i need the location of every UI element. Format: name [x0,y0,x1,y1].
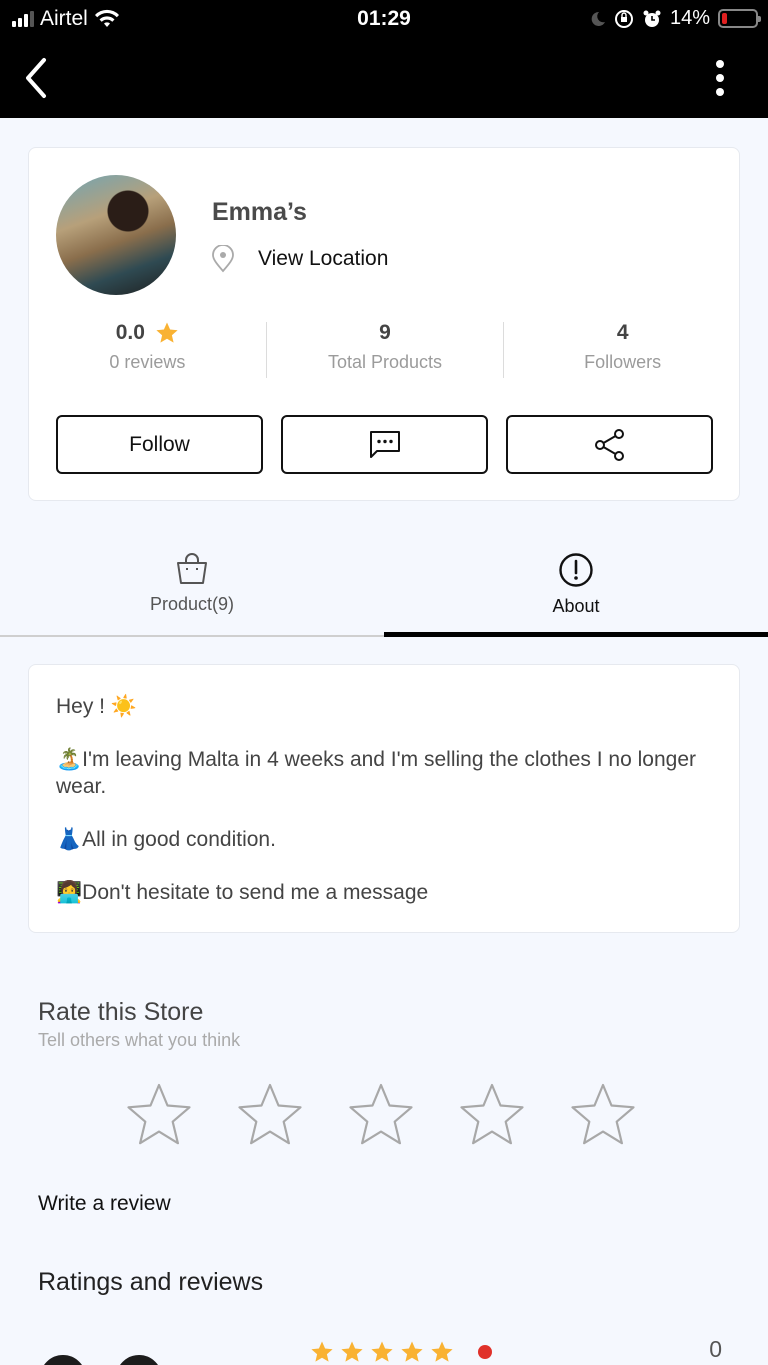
distribution-indicator-dot [478,1345,492,1359]
shopping-bag-icon [177,553,207,584]
stat-rating[interactable]: 0.0 0 reviews [29,318,266,378]
about-paragraph: 👩‍💻Don't hesitate to send me a message [56,881,429,904]
share-icon [594,428,624,461]
top-nav-bar [0,40,768,118]
follow-button[interactable]: Follow [56,415,263,474]
info-circle-icon [559,553,593,587]
products-value: 9 [379,321,391,344]
profile-actions: Follow [56,415,713,474]
store-stats: 0.0 0 reviews 9 Total Products 4 Followe… [29,318,741,378]
location-pin-icon [212,245,234,273]
followers-value: 4 [616,321,629,344]
about-paragraph: 🏝️I'm leaving Malta in 4 weeks and I'm s… [56,748,696,798]
moon-icon [591,11,605,26]
star-filled-icon [311,1341,333,1362]
about-card: Hey ! ☀️ 🏝️I'm leaving Malta in 4 weeks … [28,664,740,933]
rate-store-title: Rate this Store [38,998,204,1026]
star-outline-icon[interactable] [459,1082,525,1148]
store-profile-card: Emma’s View Location 0.0 0 reviews 9 Tot… [28,147,740,501]
about-paragraph: 👗All in good condition. [56,828,276,851]
ratings-reviews-title: Ratings and reviews [38,1268,264,1296]
star-outline-icon[interactable] [570,1082,636,1148]
share-button[interactable] [506,415,713,474]
star-icon [156,322,178,343]
digit-glyph [116,1355,162,1365]
about-paragraph: Hey ! ☀️ [56,695,137,718]
followers-label: Followers [584,352,662,372]
store-name: Emma’s [212,198,307,226]
view-location-label: View Location [258,247,389,270]
star-outline-icon[interactable] [348,1082,414,1148]
star-outline-icon[interactable] [237,1082,303,1148]
stat-products[interactable]: 9 Total Products [267,318,504,378]
tab-products-label: Product(9) [149,594,235,614]
rating-value: 0.0 [115,321,145,344]
back-button[interactable] [18,56,58,100]
products-label: Total Products [327,352,443,372]
star-filled-icon [371,1341,393,1362]
battery-icon [718,9,761,28]
rate-store-subtitle: Tell others what you think [38,1030,241,1050]
tab-about[interactable]: About [384,540,768,637]
view-location-link[interactable]: View Location [210,245,388,273]
status-bar: Airtel 01:29 14% [0,0,768,40]
rating-distribution-row [310,1340,492,1364]
tab-products[interactable]: Product(9) [0,540,384,637]
more-vertical-icon [716,60,724,68]
store-tabs: Product(9) About [0,540,768,637]
tab-about-label: About [552,596,600,616]
stat-followers[interactable]: 4 Followers [504,318,741,378]
average-rating-display [40,1355,162,1365]
rating-stars-input [126,1082,636,1148]
distribution-count: 0 [709,1336,722,1362]
star-filled-icon [431,1341,453,1362]
message-button[interactable] [281,415,488,474]
alarm-icon [643,10,661,27]
more-options-button[interactable] [712,60,728,96]
write-review-link[interactable]: Write a review [38,1192,171,1216]
digit-glyph [40,1355,86,1365]
reviews-count-label: 0 reviews [109,352,186,372]
star-filled-icon [341,1341,363,1362]
star-filled-icon [401,1341,423,1362]
rotation-lock-icon [614,9,633,28]
star-outline-icon[interactable] [126,1082,192,1148]
avatar [56,175,176,295]
battery-percent: 14% [669,7,710,29]
chevron-left-icon [26,58,46,98]
chat-bubble-icon [369,430,400,458]
